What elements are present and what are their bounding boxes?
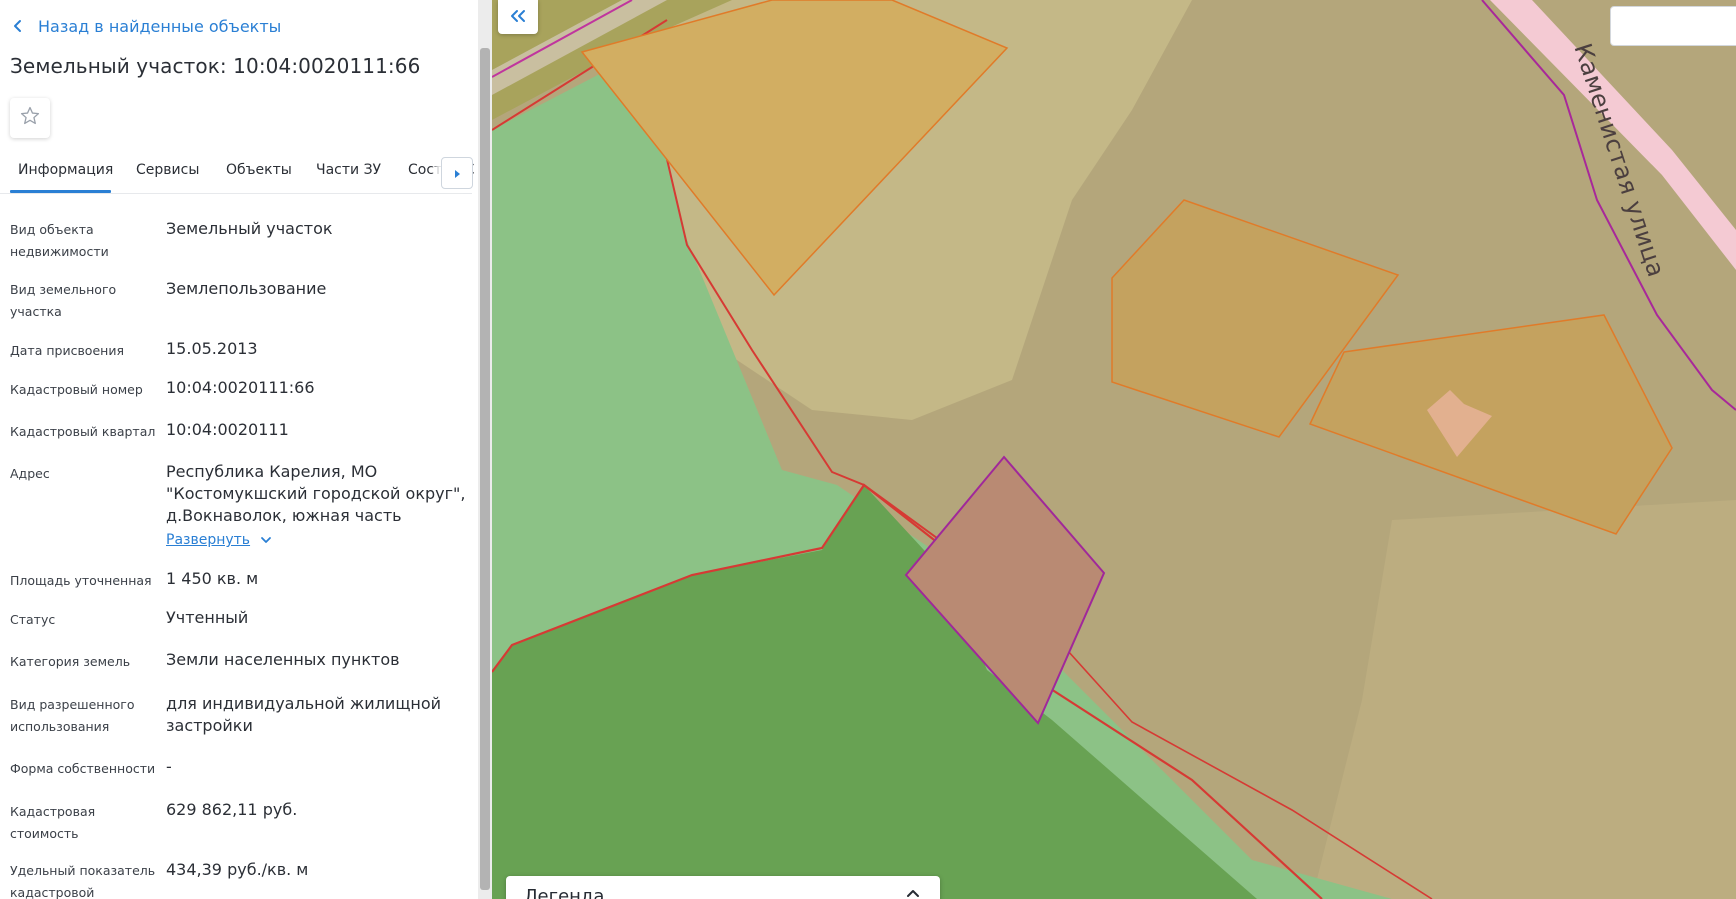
value-status: Учтенный — [166, 608, 249, 627]
label-cadastral-value: Кадастровая стоимость — [10, 804, 96, 841]
tab-information[interactable]: Информация — [18, 162, 113, 178]
value-cadastral-number: 10:04:0020111:66 — [166, 378, 315, 397]
page-title: Земельный участок: 10:04:0020111:66 — [10, 54, 421, 78]
map-layers — [492, 0, 1736, 899]
expand-label: Развернуть — [166, 532, 251, 548]
label-land-category: Категория земель — [10, 654, 131, 669]
chevron-up-icon[interactable] — [904, 884, 922, 898]
panel-scrollbar-thumb[interactable] — [480, 48, 490, 890]
value-assignment-date: 15.05.2013 — [166, 339, 258, 358]
back-link-label: Назад в найденные объекты — [38, 16, 282, 36]
value-cadastral-quarter: 10:04:0020111 — [166, 420, 289, 439]
object-info-panel: Назад в найденные объекты Земельный учас… — [0, 0, 478, 899]
label-specific-indicator: Удельный показатель кадастровой — [10, 863, 156, 899]
legend-title: Легенда — [524, 886, 605, 899]
tab-parcel-parts[interactable]: Части ЗУ — [316, 162, 381, 178]
label-ownership-form: Форма собственности — [10, 761, 156, 776]
tabs-scroll-right-button[interactable] — [441, 157, 473, 189]
collapse-panel-button[interactable] — [498, 0, 538, 34]
label-cadastral-number: Кадастровый номер — [10, 382, 143, 397]
tab-strip: Информация Сервисы Объекты Части ЗУ Сост… — [0, 154, 474, 194]
tab-objects[interactable]: Объекты — [226, 162, 292, 178]
map-search-input[interactable] — [1610, 6, 1736, 46]
label-assignment-date: Дата присвоения — [10, 343, 124, 358]
value-ownership-form: - — [166, 757, 172, 776]
value-permitted-use: для индивидуальной жилищной застройки — [166, 694, 442, 735]
tab-services[interactable]: Сервисы — [136, 162, 199, 178]
active-tab-indicator — [10, 190, 111, 193]
label-permitted-use: Вид разрешенного использования — [10, 697, 135, 734]
value-object-type: Земельный участок — [166, 219, 333, 238]
value-land-category: Земли населенных пунктов — [166, 650, 400, 669]
map-canvas[interactable] — [492, 0, 1736, 899]
legend-panel[interactable]: Легенда — [506, 876, 940, 899]
chevron-left-icon — [12, 16, 38, 36]
caret-right-icon — [453, 164, 461, 183]
tab-bar: Информация Сервисы Объекты Части ЗУ Сост… — [0, 154, 474, 194]
label-status: Статус — [10, 612, 56, 627]
label-address: Адрес — [10, 466, 50, 481]
chevron-down-icon — [260, 536, 272, 544]
expand-address-link[interactable]: Развернуть — [166, 532, 272, 548]
label-parcel-type: Вид земельного участка — [10, 282, 117, 319]
favorite-button[interactable] — [10, 98, 50, 138]
value-cadastral-value: 629 862,11 руб. — [166, 800, 298, 819]
value-specific-indicator: 434,39 руб./кв. м — [166, 860, 309, 879]
label-object-type: Вид объекта недвижимости — [10, 222, 109, 259]
label-area: Площадь уточненная — [10, 573, 152, 588]
star-outline-icon — [19, 105, 41, 131]
double-chevron-left-icon — [509, 8, 527, 27]
back-to-results-link[interactable]: Назад в найденные объекты — [12, 14, 281, 38]
label-cadastral-quarter: Кадастровый квартал — [10, 424, 156, 439]
value-address: Республика Карелия, МО "Костомукшский гор… — [166, 462, 466, 525]
value-area: 1 450 кв. м — [166, 569, 259, 588]
value-parcel-type: Землепользование — [166, 279, 327, 298]
